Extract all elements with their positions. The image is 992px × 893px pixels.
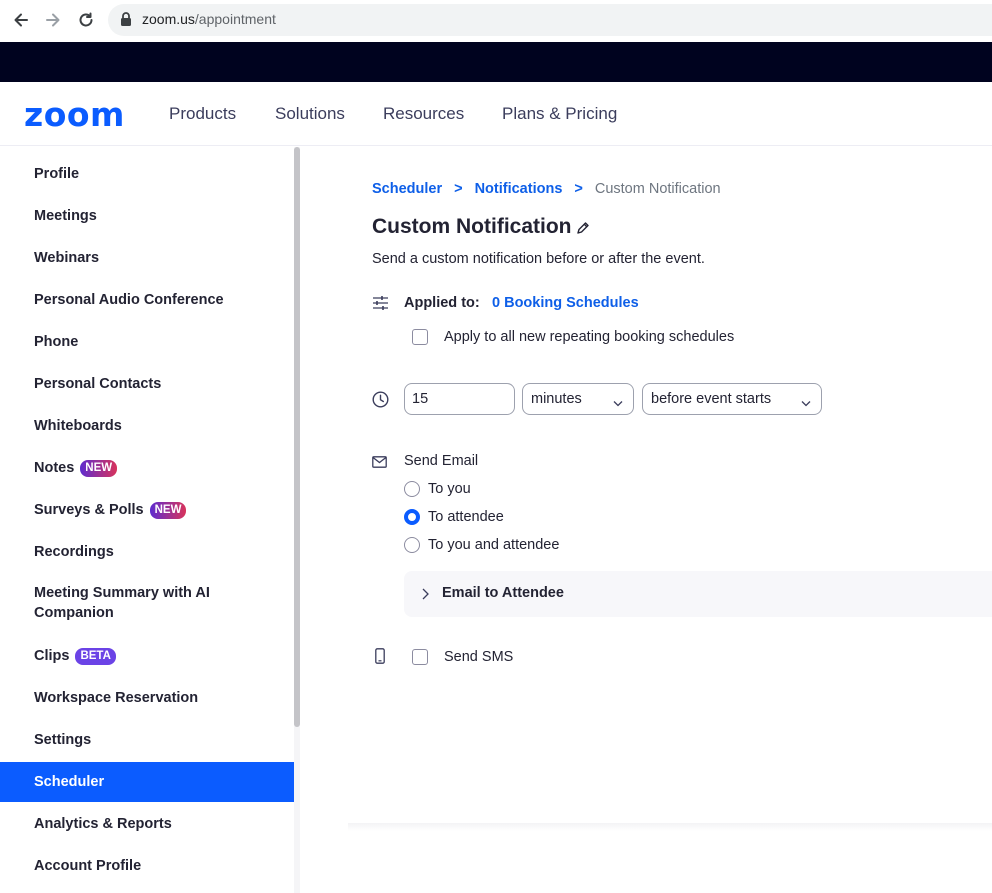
applied-to-label: Applied to: [404,295,480,311]
sidebar-item-label: Meeting Summary with AI Companion [34,585,210,621]
sidebar-item-label: Whiteboards [34,418,122,434]
time-unit-select[interactable]: minutes [522,383,634,415]
chevron-right-icon [422,587,429,605]
booking-schedules-link[interactable]: 0 Booking Schedules [492,295,639,311]
email-to-attendee-accordion[interactable]: Email to Attendee [404,571,992,617]
breadcrumb: Scheduler > Notifications > Custom Notif… [372,181,721,197]
sidebar-item-recordings[interactable]: Recordings [0,532,294,572]
sidebar-item-label: Clips [34,648,70,664]
nav-solutions[interactable]: Solutions [275,104,345,124]
sidebar-item-personal-contacts[interactable]: Personal Contacts [0,364,294,404]
lock-icon [120,12,132,32]
breadcrumb-current: Custom Notification [594,181,721,197]
sidebar-item-label: Personal Audio Conference [34,292,224,308]
sidebar-item-label: Recordings [34,544,114,560]
sidebar-item-whiteboards[interactable]: Whiteboards [0,406,294,446]
nav-products[interactable]: Products [169,104,236,124]
beta-badge: BETA [75,647,116,665]
time-unit-value: minutes [531,391,582,407]
clock-icon [372,391,389,413]
pencil-icon[interactable] [576,221,590,240]
sidebar-item-label: Notes [34,460,75,476]
radio-to-attendee[interactable] [404,509,420,525]
sidebar-item-meeting-summary[interactable]: Meeting Summary with AI Companion [0,579,294,627]
sidebar-item-analytics-reports[interactable]: Analytics & Reports [0,804,294,844]
chevron-down-icon [613,395,623,411]
sidebar-item-label: Analytics & Reports [34,816,172,832]
sidebar: Profile Meetings Webinars Personal Audio… [0,147,300,893]
address-bar[interactable]: zoom.us/appointment [108,4,992,36]
new-badge: NEW [80,459,118,477]
sidebar-item-notes[interactable]: Notes NEW [0,448,294,488]
envelope-icon [372,455,387,473]
apply-all-label: Apply to all new repeating booking sched… [444,329,735,345]
sidebar-item-label: Surveys & Polls [34,502,144,518]
content-footer-divider [348,823,992,831]
sidebar-item-label: Meetings [34,208,97,224]
sidebar-item-account-profile[interactable]: Account Profile [0,846,294,886]
time-amount-input[interactable] [404,383,515,415]
sidebar-item-label: Personal Contacts [34,376,162,392]
sidebar-item-label: Scheduler [34,774,105,790]
nav-plans-pricing[interactable]: Plans & Pricing [502,104,617,124]
url-text: zoom.us/appointment [142,11,276,27]
sliders-icon [372,295,389,316]
page-title: Custom Notification [372,215,572,238]
breadcrumb-notifications[interactable]: Notifications [475,181,563,197]
sidebar-item-meetings[interactable]: Meetings [0,196,294,236]
browser-toolbar: zoom.us/appointment [0,0,992,42]
mobile-phone-icon [375,648,385,669]
sidebar-item-settings[interactable]: Settings [0,720,294,760]
sidebar-item-scheduler[interactable]: Scheduler [0,762,294,802]
new-badge: NEW [149,501,187,519]
send-sms-label: Send SMS [444,649,514,665]
timing-value: before event starts [651,391,772,407]
send-sms-checkbox[interactable] [412,649,428,665]
timing-select[interactable]: before event starts [642,383,822,415]
sidebar-item-personal-audio-conference[interactable]: Personal Audio Conference [0,280,294,320]
sidebar-item-label: Account Profile [34,858,142,874]
breadcrumb-separator: > [574,181,583,197]
breadcrumb-separator: > [454,181,463,197]
zoom-logo[interactable]: zoom [24,95,125,134]
sidebar-item-profile[interactable]: Profile [0,154,294,194]
sidebar-item-label: Profile [34,166,80,182]
nav-resources[interactable]: Resources [383,104,464,124]
sidebar-item-surveys-polls[interactable]: Surveys & Polls NEW [0,490,294,530]
reload-icon[interactable] [75,9,97,31]
back-arrow-icon[interactable] [10,9,32,31]
radio-to-you[interactable] [404,481,420,497]
sidebar-item-webinars[interactable]: Webinars [0,238,294,278]
sidebar-item-label: Webinars [34,250,100,266]
radio-to-you-and-attendee-label: To you and attendee [428,537,560,553]
breadcrumb-scheduler[interactable]: Scheduler [372,181,442,197]
site-header: zoom Products Solutions Resources Plans … [0,82,992,146]
radio-to-you-label: To you [428,481,471,497]
sidebar-item-label: Phone [34,334,79,350]
top-banner [0,42,992,82]
radio-to-you-and-attendee[interactable] [404,537,420,553]
radio-to-attendee-label: To attendee [428,509,504,525]
email-to-attendee-label: Email to Attendee [442,585,564,601]
sidebar-item-phone[interactable]: Phone [0,322,294,362]
chevron-down-icon [801,395,811,411]
apply-all-checkbox[interactable] [412,329,428,345]
main-content: Scheduler > Notifications > Custom Notif… [300,147,992,893]
page-subtitle: Send a custom notification before or aft… [372,251,705,267]
forward-arrow-icon[interactable] [42,9,64,31]
sidebar-item-label: Workspace Reservation [34,690,199,706]
sidebar-item-workspace-reservation[interactable]: Workspace Reservation [0,678,294,718]
sidebar-item-clips[interactable]: Clips BETA [0,636,294,676]
sidebar-item-label: Settings [34,732,92,748]
send-email-label: Send Email [404,453,479,469]
